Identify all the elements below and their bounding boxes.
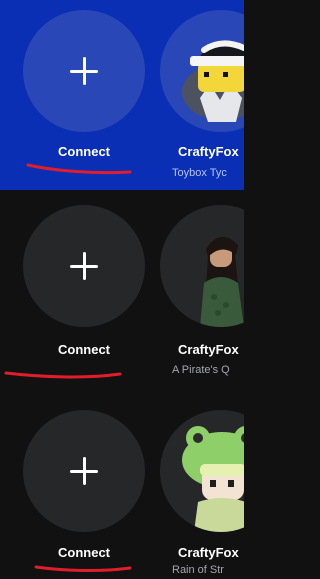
friend-card[interactable]: CraftyFox Rain of Str: [160, 392, 244, 579]
friends-row: Connect CraftyFox A Pirate's Q: [0, 190, 244, 392]
friends-row: Connect CraftyFox Rain of Str: [0, 392, 244, 579]
friend-avatar: [160, 10, 244, 132]
friend-avatar: [160, 205, 244, 327]
friend-name: CraftyFox: [178, 545, 239, 560]
friend-name: CraftyFox: [178, 144, 239, 159]
friend-status: A Pirate's Q: [172, 364, 230, 376]
friend-card[interactable]: CraftyFox Toybox Tyc: [160, 0, 244, 190]
friend-avatar: [160, 410, 244, 532]
friend-card[interactable]: CraftyFox A Pirate's Q: [160, 190, 244, 392]
friend-status: Toybox Tyc: [172, 167, 227, 179]
friends-row-highlighted: Connect CraftyFox Toybox Tyc: [0, 0, 244, 190]
friend-name: CraftyFox: [178, 342, 239, 357]
friend-status: Rain of Str: [172, 564, 224, 576]
